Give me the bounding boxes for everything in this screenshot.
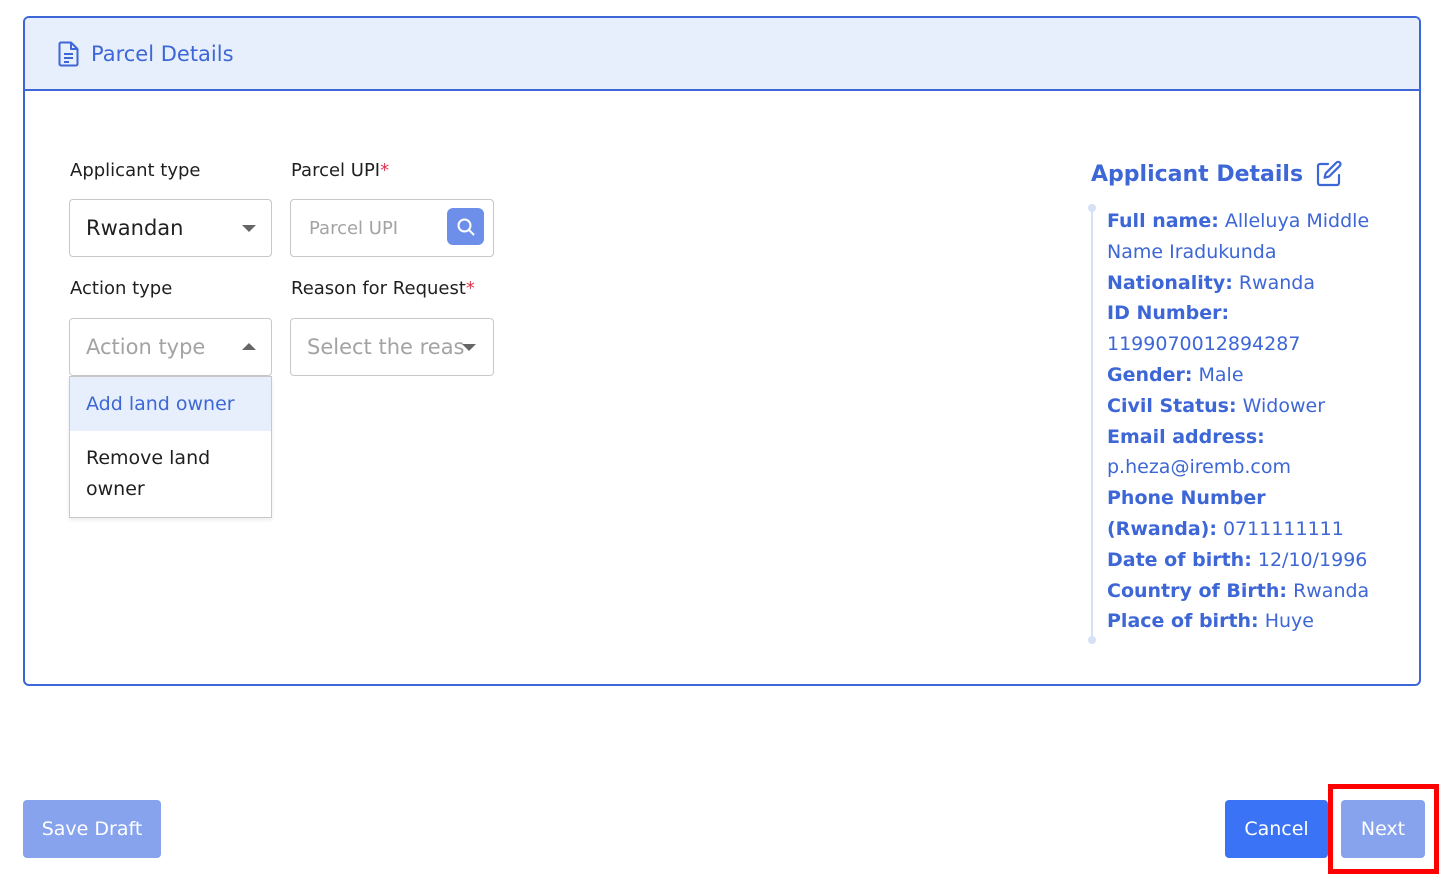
parcel-upi-field xyxy=(290,199,494,257)
action-type-dropdown: Add land owner Remove land owner xyxy=(69,376,272,518)
applicant-type-select[interactable]: Rwandan xyxy=(69,199,272,257)
detail-civil-status: Civil Status: Widower xyxy=(1107,391,1382,422)
timeline-dot xyxy=(1088,204,1096,212)
detail-value: 12/10/1996 xyxy=(1257,548,1368,571)
detail-place-of-birth: Place of birth: Huye xyxy=(1107,606,1382,637)
action-type-placeholder: Action type xyxy=(86,335,206,359)
detail-value: 1199070012894287 xyxy=(1107,333,1301,356)
detail-value: Male xyxy=(1198,363,1244,386)
detail-gender: Gender: Male xyxy=(1107,360,1382,391)
save-draft-button[interactable]: Save Draft xyxy=(23,800,161,858)
required-mark: * xyxy=(380,160,390,181)
parcel-upi-label-text: Parcel UPI xyxy=(291,160,381,181)
required-mark: * xyxy=(465,278,475,299)
detail-value: Rwanda xyxy=(1293,579,1370,602)
parcel-upi-input[interactable] xyxy=(309,200,439,256)
detail-label: Date of birth: xyxy=(1107,548,1252,571)
detail-date-of-birth: Date of birth: 12/10/1996 xyxy=(1107,545,1382,576)
action-type-label: Action type xyxy=(70,278,172,299)
reason-label: Reason for Request* xyxy=(291,278,475,299)
next-button[interactable]: Next xyxy=(1341,800,1425,858)
detail-value: 0711111111 xyxy=(1222,517,1344,540)
dropdown-option-add-land-owner[interactable]: Add land owner xyxy=(70,377,271,431)
reason-label-text: Reason for Request xyxy=(291,278,466,299)
parcel-upi-label: Parcel UPI* xyxy=(291,160,389,181)
timeline-line xyxy=(1088,204,1096,644)
action-type-label-text: Action type xyxy=(70,278,173,299)
document-icon xyxy=(58,41,80,67)
chevron-up-icon xyxy=(242,343,256,350)
cancel-button[interactable]: Cancel xyxy=(1225,800,1328,858)
detail-id-number: ID Number: 1199070012894287 xyxy=(1107,298,1382,360)
chevron-down-icon xyxy=(242,225,256,232)
search-icon xyxy=(456,217,476,237)
detail-label: Civil Status: xyxy=(1107,394,1237,417)
detail-label: Email address: xyxy=(1107,425,1265,448)
applicant-details-list: Full name: Alleluya Middle Name Iradukun… xyxy=(1107,206,1382,637)
edit-icon[interactable] xyxy=(1315,160,1343,188)
card-title: Parcel Details xyxy=(91,41,234,66)
detail-value: p.heza@iremb.com xyxy=(1107,456,1291,479)
detail-label: Country of Birth: xyxy=(1107,579,1288,602)
chevron-down-icon xyxy=(462,344,476,351)
detail-label: ID Number: xyxy=(1107,302,1230,325)
detail-country-of-birth: Country of Birth: Rwanda xyxy=(1107,576,1382,607)
detail-full-name: Full name: Alleluya Middle Name Iradukun… xyxy=(1107,206,1382,268)
detail-nationality: Nationality: Rwanda xyxy=(1107,268,1382,299)
applicant-type-label-text: Applicant type xyxy=(70,160,201,181)
reason-select[interactable]: Select the reas xyxy=(290,318,494,376)
search-button[interactable] xyxy=(447,208,484,245)
applicant-details-heading: Applicant Details xyxy=(1091,160,1391,188)
dropdown-option-remove-land-owner[interactable]: Remove land owner xyxy=(70,431,271,517)
detail-email: Email address: p.heza@iremb.com xyxy=(1107,422,1382,484)
detail-label: Full name: xyxy=(1107,210,1219,232)
card-header: Parcel Details xyxy=(25,18,1419,91)
timeline-dot xyxy=(1088,636,1096,644)
detail-value: Widower xyxy=(1242,394,1326,417)
detail-value: Huye xyxy=(1264,610,1314,633)
applicant-type-value: Rwandan xyxy=(86,216,184,240)
detail-value: Rwanda xyxy=(1238,271,1315,294)
applicant-type-label: Applicant type xyxy=(70,160,201,181)
reason-placeholder: Select the reas xyxy=(307,335,465,359)
applicant-details-title: Applicant Details xyxy=(1091,161,1304,187)
applicant-details-panel: Applicant Details Full name: Alleluya Mi… xyxy=(1088,160,1391,644)
detail-label: Gender: xyxy=(1107,363,1193,386)
action-type-select[interactable]: Action type xyxy=(69,318,272,376)
detail-label: Nationality: xyxy=(1107,271,1233,294)
detail-phone: Phone Number (Rwanda): 0711111111 xyxy=(1107,483,1382,545)
detail-label: Place of birth: xyxy=(1107,610,1259,633)
